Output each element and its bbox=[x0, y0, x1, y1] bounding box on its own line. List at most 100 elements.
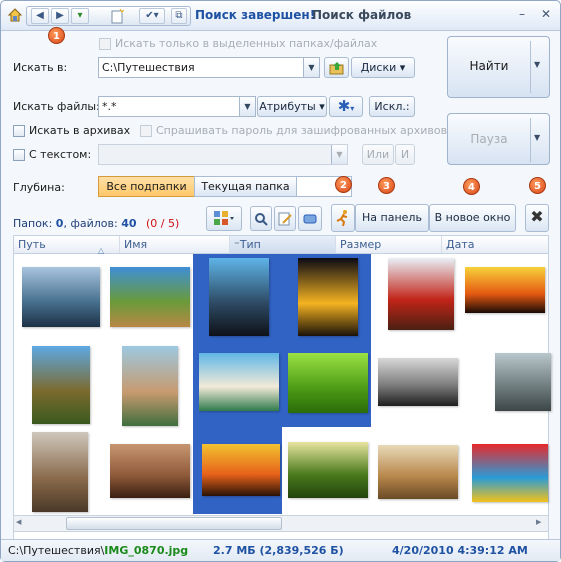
pause-dropdown-icon[interactable]: ▼ bbox=[534, 133, 540, 142]
copy-list-icon bbox=[303, 214, 317, 224]
column-header: Путь △ Имя ⁼Тип Размер Дата bbox=[13, 235, 549, 255]
folders-count: 0 bbox=[55, 217, 64, 230]
only-selected-label: Искать только в выделенных папках/файлах bbox=[115, 37, 378, 50]
callout-badge-4: 4 bbox=[463, 178, 480, 195]
scrollbar-thumb[interactable] bbox=[66, 517, 282, 530]
ask-password-checkbox[interactable] bbox=[140, 125, 152, 137]
window-title: Поиск файлов bbox=[312, 8, 412, 22]
column-name[interactable]: Имя bbox=[120, 236, 230, 253]
quick-access-toolbar: ◀ ▶ ▾ ✔▾ ⧉ bbox=[26, 6, 191, 26]
search-in-dropdown-icon[interactable]: ▼ bbox=[303, 58, 319, 77]
minimize-button[interactable]: – bbox=[513, 7, 531, 23]
depth-label: Глубина: bbox=[13, 181, 65, 194]
copy-results-button[interactable] bbox=[298, 206, 322, 231]
thumbnail-windmill-red[interactable] bbox=[388, 258, 454, 330]
search-archives-label: Искать в архивах bbox=[29, 124, 131, 137]
with-text-dropdown-icon[interactable]: ▼ bbox=[331, 145, 347, 164]
app-home-icon[interactable] bbox=[7, 7, 23, 23]
magnifier-icon bbox=[255, 213, 268, 226]
drives-button[interactable]: Диски ▾ bbox=[351, 57, 415, 78]
thumbnail-green-grass[interactable] bbox=[288, 353, 368, 413]
depth-current-folder-tab[interactable]: Текущая папка bbox=[194, 176, 297, 197]
files-count: 40 bbox=[121, 217, 137, 230]
find-button[interactable]: Найти ▼ bbox=[447, 36, 550, 98]
horizontal-scrollbar[interactable]: ◀ ▶ bbox=[13, 515, 549, 532]
title-status: Поиск завершен! bbox=[195, 8, 316, 22]
column-type[interactable]: ⁼Тип bbox=[230, 236, 336, 253]
pause-button[interactable]: Пауза ▼ bbox=[447, 113, 550, 165]
and-button[interactable]: И bbox=[395, 144, 415, 165]
checkmark-dropdown-button[interactable]: ✔▾ bbox=[139, 8, 165, 24]
ask-password-label: Спрашивать пароль для зашифрованных архи… bbox=[156, 124, 448, 137]
close-search-button[interactable]: ✖ bbox=[525, 204, 549, 232]
progress-counter: (0 / 5) bbox=[146, 217, 180, 230]
thumbnail-tropical-beach[interactable] bbox=[199, 353, 279, 411]
thumbnail-bw-couple[interactable] bbox=[378, 358, 458, 406]
search-archives-checkbox[interactable] bbox=[13, 125, 25, 137]
search-in-value: C:\Путешествия bbox=[102, 61, 195, 74]
title-bar: ◀ ▶ ▾ ✔▾ ⧉ Поиск завершен! Поиск файлов … bbox=[1, 1, 560, 31]
search-in-combo[interactable]: C:\Путешествия ▼ bbox=[98, 57, 320, 78]
with-text-checkbox[interactable] bbox=[13, 149, 25, 161]
scroll-left-icon[interactable]: ◀ bbox=[16, 518, 26, 529]
thumbnail-tree-alley[interactable] bbox=[288, 442, 368, 498]
status-bar: C:\Путешествия\IMG_0870.jpg 2.7 МБ (2,83… bbox=[1, 539, 560, 561]
thumbnail-harbor-sunset[interactable] bbox=[22, 267, 100, 327]
thumbnail-palm-tree[interactable] bbox=[32, 346, 90, 424]
forward-button[interactable]: ▶ bbox=[51, 8, 69, 24]
thumbnail-stone-sphinx[interactable] bbox=[32, 432, 88, 512]
new-document-icon[interactable] bbox=[109, 8, 125, 24]
close-window-button[interactable]: ✕ bbox=[537, 7, 555, 23]
callout-badge-5: 5 bbox=[529, 177, 546, 194]
status-file-size: 2.7 МБ (2,839,526 Б) bbox=[213, 544, 344, 557]
thumbnail-red-sunset[interactable] bbox=[465, 267, 545, 313]
thumbnails-view-icon bbox=[214, 211, 234, 225]
browse-folder-button[interactable] bbox=[324, 57, 349, 78]
with-text-label: С текстом: bbox=[29, 148, 92, 161]
view-file-button[interactable] bbox=[250, 206, 272, 231]
search-files-combo[interactable]: *.* ▼ bbox=[98, 96, 256, 117]
results-thumbnail-grid[interactable] bbox=[13, 254, 551, 541]
edit-file-button[interactable] bbox=[274, 206, 296, 231]
thumbnail-cave-stalactites[interactable] bbox=[110, 444, 190, 498]
customize-toolbar-icon[interactable]: ⧉ bbox=[171, 8, 187, 24]
with-text-input[interactable]: ▼ bbox=[98, 144, 348, 165]
column-size[interactable]: Размер bbox=[336, 236, 442, 253]
folder-up-icon bbox=[329, 62, 343, 75]
thumbnail-easter-eggs[interactable] bbox=[472, 444, 548, 502]
view-mode-button[interactable] bbox=[206, 206, 242, 231]
wildcard-asterisk-icon[interactable]: ✱▾ bbox=[329, 96, 363, 117]
thumbnail-sea-sunset[interactable] bbox=[202, 444, 280, 496]
thumbnail-boy-with-plane[interactable] bbox=[122, 346, 178, 426]
new-window-button[interactable]: В новое окно bbox=[429, 204, 516, 232]
find-dropdown-icon[interactable]: ▼ bbox=[534, 60, 540, 69]
edit-pencil-icon bbox=[278, 212, 292, 226]
thumbnail-couple-silhouette[interactable] bbox=[209, 258, 269, 336]
go-to-file-button[interactable] bbox=[331, 204, 355, 232]
scroll-right-icon[interactable]: ▶ bbox=[536, 518, 546, 529]
or-button[interactable]: Или bbox=[362, 144, 394, 165]
thumbnail-beach-palms[interactable] bbox=[110, 267, 190, 327]
running-man-icon bbox=[336, 210, 348, 227]
search-files-label: Искать файлы: bbox=[13, 100, 100, 113]
exclude-button[interactable]: Искл.: bbox=[369, 96, 415, 117]
status-file-path: C:\Путешествия\IMG_0870.jpg bbox=[8, 544, 189, 557]
to-panel-button[interactable]: На панель bbox=[355, 204, 429, 232]
back-button[interactable]: ◀ bbox=[31, 8, 49, 24]
thumbnail-eiffel-tower-night[interactable] bbox=[298, 258, 358, 336]
status-file-date: 4/20/2010 4:39:12 AM bbox=[392, 544, 528, 557]
search-in-label: Искать в: bbox=[13, 61, 68, 74]
only-selected-checkbox[interactable] bbox=[99, 38, 111, 50]
depth-all-subfolders-tab[interactable]: Все подпапки bbox=[98, 176, 195, 197]
column-date[interactable]: Дата bbox=[442, 236, 548, 253]
history-dropdown-icon[interactable]: ▾ bbox=[71, 8, 89, 24]
search-files-value: *.* bbox=[102, 100, 117, 113]
column-path[interactable]: Путь △ bbox=[14, 236, 120, 255]
attributes-button[interactable]: Атрибуты ▾ bbox=[257, 96, 327, 117]
thumbnail-camels[interactable] bbox=[378, 445, 458, 499]
thumbnail-elephants[interactable] bbox=[495, 353, 551, 411]
search-files-dropdown-icon[interactable]: ▼ bbox=[239, 97, 255, 116]
search-window: ◀ ▶ ▾ ✔▾ ⧉ Поиск завершен! Поиск файлов … bbox=[0, 0, 561, 562]
results-summary: Папок: 0, файлов: 40 bbox=[13, 217, 137, 230]
callout-badge-3: 3 bbox=[378, 177, 395, 194]
